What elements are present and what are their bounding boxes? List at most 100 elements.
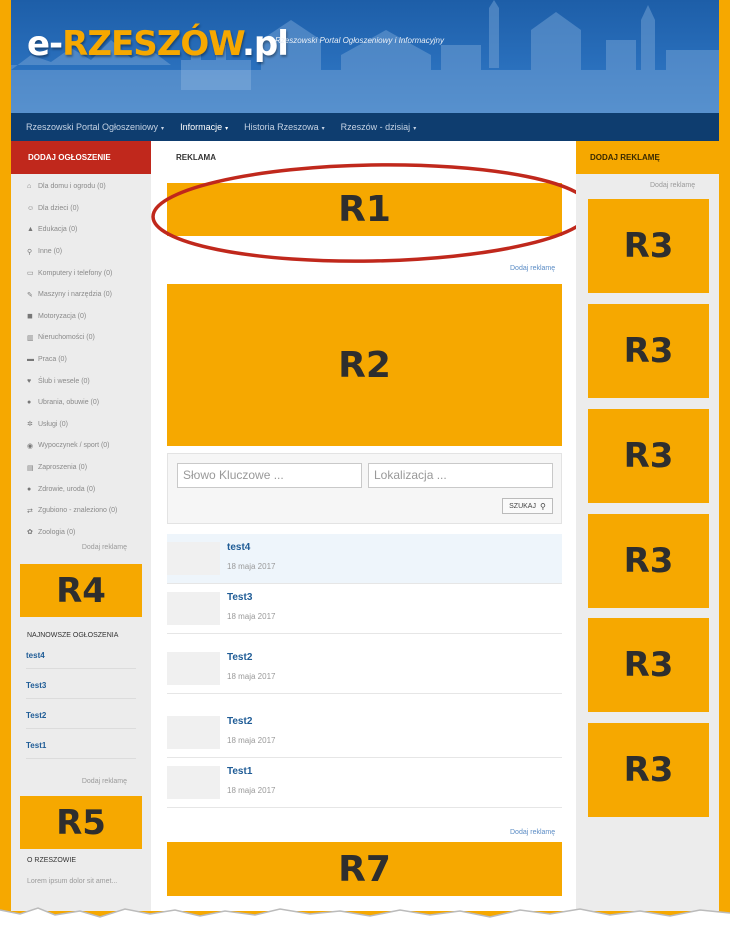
bank-icon: ▥ — [27, 334, 34, 342]
listing-thumbnail — [167, 652, 220, 685]
listing-title[interactable]: Test2 — [227, 652, 252, 663]
ad-slot-r3[interactable]: R3 — [588, 618, 709, 712]
nav-label: Informacje — [180, 122, 223, 132]
add-listing-header[interactable]: DODAJ OGŁOSZENIE — [11, 141, 151, 174]
category-label: Maszyny i narzędzia (0) — [38, 291, 112, 299]
latest-listing-link[interactable]: Test3 — [26, 681, 136, 699]
category-label: Usługi (0) — [38, 420, 68, 428]
category-label: Inne (0) — [38, 248, 63, 256]
listing-thumbnail — [167, 716, 220, 749]
retweet-icon: ⇄ — [27, 507, 33, 515]
category-item[interactable]: ⚲ Inne (0) — [27, 241, 151, 263]
annotation-ellipse — [151, 163, 593, 263]
listing-date: 18 maja 2017 — [227, 562, 276, 571]
listing-title[interactable]: Test3 — [227, 592, 252, 603]
category-item[interactable]: ▬ Praca (0) — [27, 349, 151, 371]
search-panel: Słowo Kluczowe ... Lokalizacja ... SZUKA… — [167, 453, 562, 524]
listing-row[interactable]: Test2 18 maja 2017 — [167, 644, 562, 694]
category-item[interactable]: ● Zdrowie, uroda (0) — [27, 478, 151, 500]
nav-item-dzisiaj[interactable]: Rzeszów - dzisiaj ▾ — [341, 122, 417, 132]
location-input[interactable]: Lokalizacja ... — [368, 463, 553, 488]
laptop-icon: ▭ — [27, 270, 34, 278]
ad-slot-r3[interactable]: R3 — [588, 199, 709, 293]
caret-down-icon: ▾ — [321, 126, 325, 132]
add-ad-link[interactable]: Dodaj reklamę — [510, 829, 555, 836]
add-ad-link[interactable]: Dodaj reklamę — [82, 778, 151, 785]
category-item[interactable]: ✲ Usługi (0) — [27, 414, 151, 436]
category-label: Ślub i wesele (0) — [38, 377, 90, 385]
listing-row[interactable]: Test2 18 maja 2017 — [167, 708, 562, 758]
latest-listing-link[interactable]: Test1 — [26, 741, 136, 759]
category-label: Zgubiono - znaleziono (0) — [38, 507, 118, 515]
newspaper-icon: ▤ — [27, 464, 34, 472]
category-label: Zoologia (0) — [38, 528, 76, 536]
category-label: Komputery i telefony (0) — [38, 269, 113, 277]
listing-row[interactable]: test4 18 maja 2017 — [167, 534, 562, 584]
category-item[interactable]: ◉ Wypoczynek / sport (0) — [27, 435, 151, 457]
category-item[interactable]: ▭ Komputery i telefony (0) — [27, 262, 151, 284]
smile-icon: ☺ — [27, 204, 35, 212]
listing-row[interactable]: Test3 18 maja 2017 — [167, 584, 562, 634]
category-label: Zaproszenia (0) — [38, 464, 88, 472]
ad-slot-r3[interactable]: R3 — [588, 514, 709, 608]
nav-label: Historia Rzeszowa — [244, 122, 319, 132]
category-label: Ubrania, obuwie (0) — [38, 399, 100, 407]
category-item[interactable]: ✿ Zoologia (0) — [27, 522, 151, 544]
category-item[interactable]: ⇄ Zgubiono - znaleziono (0) — [27, 500, 151, 522]
ad-slot-r3[interactable]: R3 — [588, 723, 709, 817]
nav-item-portal[interactable]: Rzeszowski Portal Ogłoszeniowy ▾ — [26, 122, 164, 132]
category-item[interactable]: ☺ Dla dzieci (0) — [27, 198, 151, 220]
wrench-icon: ✎ — [27, 291, 33, 299]
add-ad-link[interactable]: Dodaj reklamę — [650, 182, 695, 189]
soccer-ball-icon: ◉ — [27, 442, 34, 450]
torn-edge-decoration — [0, 907, 730, 947]
category-label: Nieruchomości (0) — [38, 334, 95, 342]
ad-slot-r3[interactable]: R3 — [588, 304, 709, 398]
ad-slot-r7[interactable]: R7 — [167, 842, 562, 896]
ad-slot-r4[interactable]: R4 — [20, 564, 142, 617]
nav-item-historia[interactable]: Historia Rzeszowa ▾ — [244, 122, 325, 132]
search-icon: ⚲ — [27, 248, 33, 256]
listing-row[interactable]: Test1 18 maja 2017 — [167, 758, 562, 808]
category-item[interactable]: ▲ Edukacja (0) — [27, 219, 151, 241]
ad-slot-r2[interactable]: R2 — [167, 284, 562, 446]
add-ad-header[interactable]: DODAJ REKLAMĘ — [576, 141, 719, 174]
category-label: Edukacja (0) — [38, 226, 78, 234]
category-item[interactable]: ✎ Maszyny i narzędzia (0) — [27, 284, 151, 306]
ad-slot-r3[interactable]: R3 — [588, 409, 709, 503]
ad-slot-r5[interactable]: R5 — [20, 796, 142, 849]
car-icon: ◼ — [27, 313, 33, 321]
latest-listing-link[interactable]: test4 — [26, 651, 136, 669]
listing-title[interactable]: Test2 — [227, 716, 252, 727]
search-button[interactable]: SZUKAJ ⚲ — [502, 498, 553, 514]
category-item[interactable]: ● Ubrania, obuwie (0) — [27, 392, 151, 414]
listing-date: 18 maja 2017 — [227, 672, 276, 681]
site-logo[interactable]: e-RZESZÓW.pl — [27, 24, 289, 64]
site-header: e-RZESZÓW.pl Rzeszowski Portal Ogłoszeni… — [11, 0, 719, 113]
listing-title[interactable]: test4 — [227, 542, 250, 553]
right-sidebar: DODAJ REKLAMĘ Dodaj reklamę R3 R3 R3 R3 … — [576, 141, 719, 911]
about-city-title: O RZESZOWIE — [27, 857, 76, 864]
listing-date: 18 maja 2017 — [227, 736, 276, 745]
category-item[interactable]: ◼ Motoryzacja (0) — [27, 306, 151, 328]
nav-item-informacje[interactable]: Informacje ▾ — [180, 122, 228, 132]
category-label: Praca (0) — [38, 356, 67, 364]
category-item[interactable]: ▥ Nieruchomości (0) — [27, 327, 151, 349]
category-item[interactable]: ▤ Zaproszenia (0) — [27, 457, 151, 479]
category-list: ⌂ Dla domu i ogrodu (0) ☺ Dla dzieci (0) ▲ Ed… — [11, 174, 151, 543]
category-label: Zdrowie, uroda (0) — [38, 485, 96, 493]
listing-date: 18 maja 2017 — [227, 612, 276, 621]
listing-thumbnail — [167, 542, 220, 575]
home-icon: ⌂ — [27, 183, 32, 191]
keyword-input[interactable]: Słowo Kluczowe ... — [177, 463, 362, 488]
add-ad-link[interactable]: Dodaj reklamę — [82, 544, 151, 551]
latest-listing-link[interactable]: Test2 — [26, 711, 136, 729]
latest-listings-title: NAJNOWSZE OGŁOSZENIA — [27, 632, 119, 639]
logo-prefix: e- — [27, 24, 63, 64]
category-item[interactable]: ♥ Ślub i wesele (0) — [27, 370, 151, 392]
category-item[interactable]: ⌂ Dla domu i ogrodu (0) — [27, 176, 151, 198]
listing-date: 18 maja 2017 — [227, 786, 276, 795]
graduation-cap-icon: ▲ — [27, 226, 34, 234]
listing-thumbnail — [167, 766, 220, 799]
listing-title[interactable]: Test1 — [227, 766, 252, 777]
